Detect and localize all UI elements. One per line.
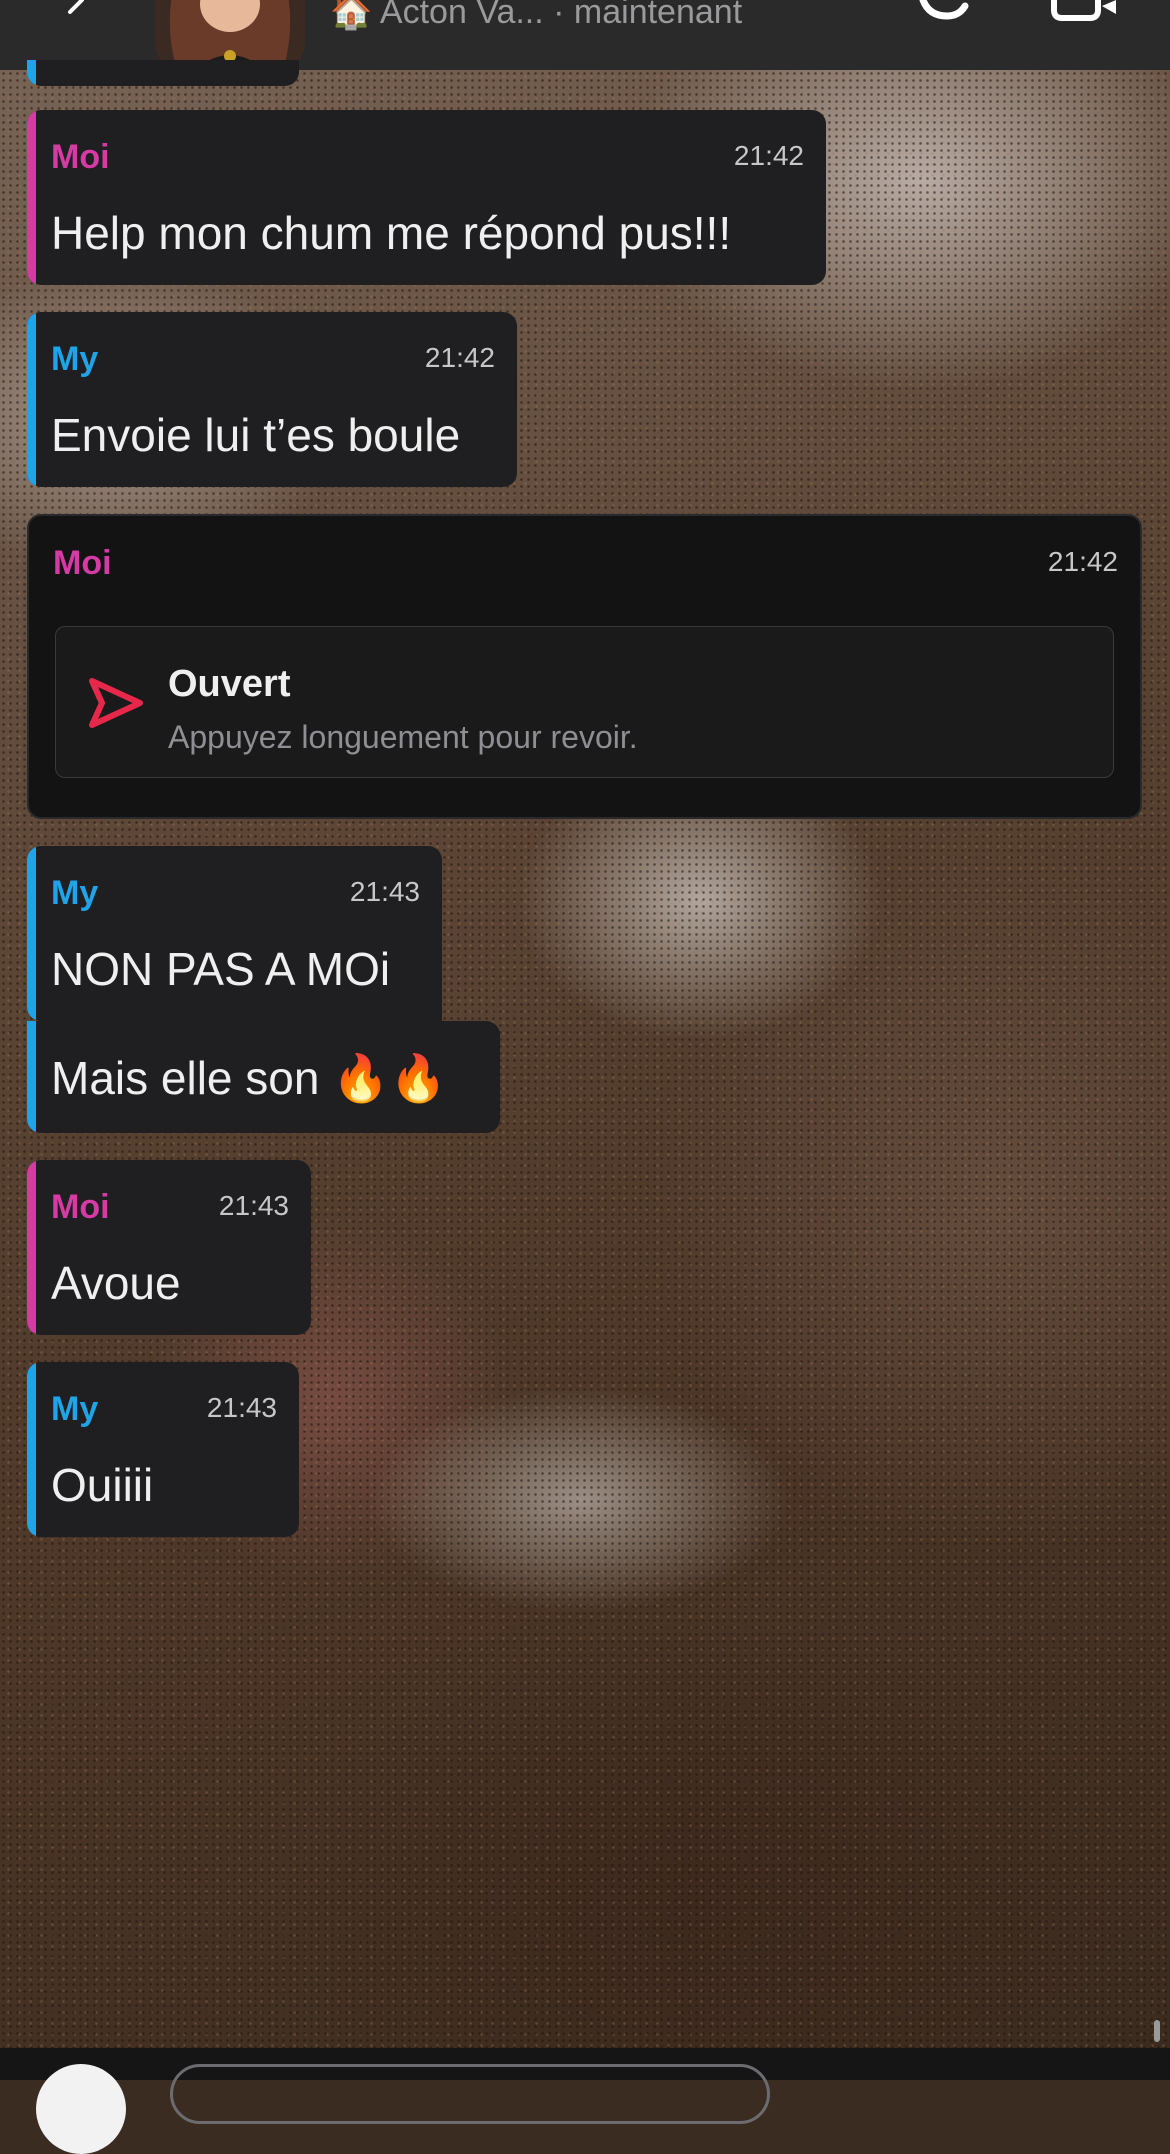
message-bubble[interactable]: My 21:43 Ouiiii xyxy=(27,1362,299,1537)
message-time: 21:42 xyxy=(733,140,804,171)
message-time: 21:43 xyxy=(218,1190,289,1221)
message-bubble[interactable]: My 21:43 NON PAS A MOi xyxy=(27,846,442,1021)
message-time: 21:43 xyxy=(349,876,420,907)
message-bubble[interactable]: My 21:42 Envoie lui t’es boule xyxy=(27,312,517,487)
message-bubble[interactable]: Moi 21:42 Help mon chum me répond pus!!! xyxy=(27,110,826,285)
back-icon[interactable] xyxy=(60,0,90,22)
sender-name: My xyxy=(51,874,99,912)
chat-input[interactable] xyxy=(170,2064,770,2124)
sender-name: Moi xyxy=(51,1188,110,1226)
sender-bar xyxy=(27,312,36,487)
message-text: NON PAS A MOi xyxy=(51,943,391,995)
camera-icon[interactable] xyxy=(36,2064,126,2154)
message-time: 21:42 xyxy=(424,342,495,373)
message-time: 21:43 xyxy=(206,1392,277,1423)
sender-name: Moi xyxy=(51,138,110,176)
chat-title[interactable]: 🏠 Acton Va... · maintenant xyxy=(330,0,742,32)
sender-bar xyxy=(27,1021,36,1133)
call-icon[interactable] xyxy=(915,0,975,24)
snap-status: Ouvert xyxy=(168,663,291,705)
snap-card[interactable]: Ouvert Appuyez longuement pour revoir. xyxy=(55,626,1114,778)
message-bubble[interactable]: Moi 21:43 Avoue xyxy=(27,1160,311,1335)
message-text: Mais elle son 🔥🔥 xyxy=(51,1052,447,1104)
message-text: Envoie lui t’es boule xyxy=(51,409,461,461)
message-bubble[interactable]: Mais elle son 🔥🔥 xyxy=(27,1021,500,1133)
sender-bar xyxy=(27,110,36,285)
sender-name: My xyxy=(51,1390,99,1428)
sender-bar xyxy=(27,1362,36,1537)
sender-bar xyxy=(27,1160,36,1335)
previous-message-edge xyxy=(27,60,299,86)
sender-bar xyxy=(27,846,36,1021)
message-time: 21:42 xyxy=(1047,546,1118,577)
message-text: Help mon chum me répond pus!!! xyxy=(51,207,732,259)
message-text: Avoue xyxy=(51,1257,181,1309)
snap-arrow-icon xyxy=(89,678,143,728)
sender-name: My xyxy=(51,340,99,378)
video-icon[interactable] xyxy=(1050,0,1120,24)
message-text: Ouiiii xyxy=(51,1459,154,1511)
sender-name: Moi xyxy=(53,544,112,582)
snap-message[interactable]: Moi 21:42 Ouvert Appuyez longuement pour… xyxy=(27,514,1142,819)
scroll-indicator[interactable] xyxy=(1154,2020,1160,2042)
snap-hint: Appuyez longuement pour revoir. xyxy=(168,719,638,755)
